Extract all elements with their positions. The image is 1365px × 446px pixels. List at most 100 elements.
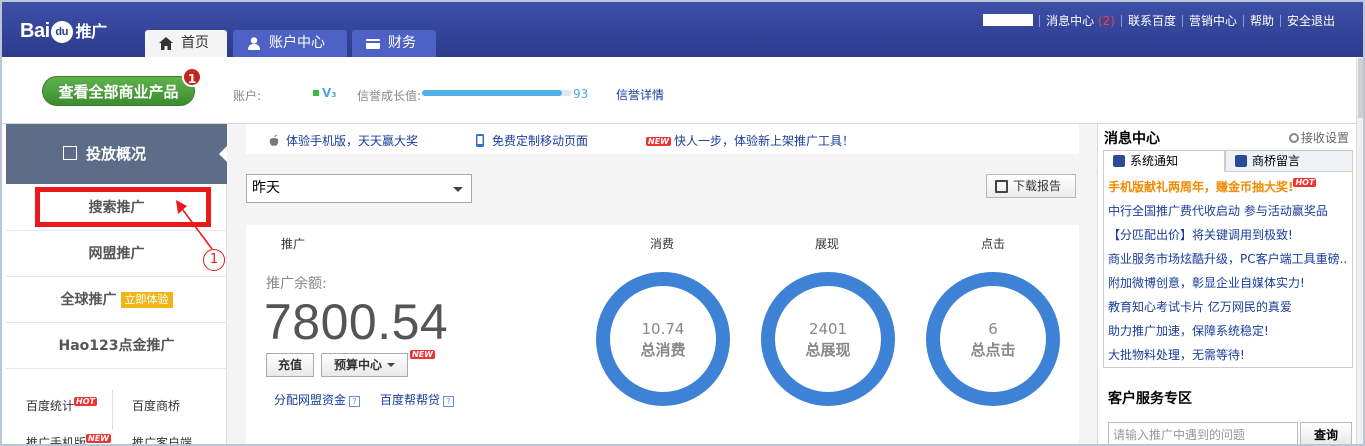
tab-bridge-messages[interactable]: 商桥留言 <box>1225 150 1353 172</box>
help-link[interactable]: 帮助 <box>1242 15 1280 27</box>
logout-link[interactable]: 安全退出 <box>1279 15 1341 27</box>
donut-label: 总消费 <box>640 341 686 359</box>
contact-link[interactable]: 联系百度 <box>1120 15 1182 27</box>
list-item[interactable]: 中行全国推广费代收启动 参与活动赢奖品 <box>1108 202 1348 219</box>
highlight-box <box>35 187 211 227</box>
tab-account-center[interactable]: 账户中心 <box>233 30 347 57</box>
alloc-label: 分配网盟资金 <box>274 393 347 407</box>
save-icon <box>995 180 1008 193</box>
list-item[interactable]: 教育知心考试卡片 亿万网民的真爱 <box>1108 298 1348 315</box>
tab-label: 商桥留言 <box>1252 154 1301 168</box>
donut-value: 6 <box>988 320 998 338</box>
page-scrollbar[interactable] <box>1356 58 1363 444</box>
recharge-button[interactable]: 充值 <box>266 353 314 377</box>
gift-icon <box>1113 155 1125 167</box>
donut-label: 总展现 <box>805 341 851 359</box>
level-dot-icon <box>313 90 319 96</box>
apple-icon <box>269 134 279 146</box>
tab-finance-label: 财务 <box>388 35 416 51</box>
donut-value: 10.74 <box>641 320 685 338</box>
gear-icon <box>1288 133 1299 143</box>
messages-link[interactable]: 消息中心 (2) <box>1039 15 1121 27</box>
col-header-impressions: 展现 <box>815 237 840 251</box>
customer-service-title: 客户服务专区 <box>1108 391 1192 407</box>
tab-system-notice[interactable]: 系统通知 <box>1103 150 1225 172</box>
list-item[interactable]: 大批物料处理，无需等待! <box>1108 346 1348 363</box>
marketing-link[interactable]: 营销中心 <box>1181 15 1243 27</box>
all-products-button[interactable]: 查看全部商业产品 1 <box>42 67 202 106</box>
new-badge: NEW <box>410 350 435 359</box>
download-report-button[interactable]: 下载报告 <box>986 174 1076 198</box>
list-item[interactable]: 商业服务市场炫酷升级，PC客户端工具重磅... <box>1108 250 1348 267</box>
baidu-stats-link[interactable]: 百度统计 HOT <box>26 397 97 414</box>
notice-text: 体验手机版，天天赢大奖 <box>286 134 419 148</box>
new-badge: NEW <box>86 434 111 443</box>
list-item[interactable]: 附加微博创意，彰显企业自媒体实力! <box>1108 274 1348 291</box>
notice-text: 免费定制移动页面 <box>492 134 589 148</box>
date-range-value: 昨天 <box>252 180 280 196</box>
sidebar-divider <box>112 390 113 430</box>
baidu-bridge-link[interactable]: 百度商桥 <box>132 397 180 414</box>
tab-account-center-label: 账户中心 <box>269 35 325 51</box>
phone-icon <box>476 134 484 147</box>
credit-value: 93 <box>573 87 589 101</box>
scrollbar-thumb[interactable] <box>1358 58 1363 118</box>
list-item[interactable]: 手机版献礼两周年，赚金币抽大奖! HOT <box>1108 178 1348 195</box>
message-center-panel: 消息中心 接收设置 系统通知 商桥留言 手机版献礼两周年，赚金币抽大奖! HOT … <box>1097 124 1363 444</box>
new-badge: NEW <box>646 137 671 146</box>
help-icon[interactable]: ? <box>349 396 361 407</box>
balance-label: 推广余额: <box>266 276 327 292</box>
list-item[interactable]: 【分匹配出价】将关键调用到极致! <box>1108 226 1348 243</box>
credit-label: 信誉成长值: <box>357 89 422 103</box>
active-pointer-icon <box>219 146 227 162</box>
col-header-promo: 推广 <box>281 237 306 251</box>
help-icon[interactable]: ? <box>443 396 455 407</box>
allocate-union-funds-link[interactable]: 分配网盟资金? <box>274 391 361 408</box>
col-header-clicks: 点击 <box>981 237 1006 251</box>
tab-finance[interactable]: 财务 <box>352 30 436 57</box>
sidebar-item-hao123[interactable]: Hao123点金推广 <box>6 323 227 369</box>
chevron-down-icon <box>453 187 463 192</box>
card-icon <box>366 39 380 49</box>
donut-cost: 10.74 总消费 <box>593 269 733 409</box>
user-icon <box>248 37 260 50</box>
logo-suffix: 推广 <box>75 24 108 41</box>
notice-bar: 体验手机版，天天赢大奖 免费定制移动页面 NEW 快人一步，体验新上架推广工具！ <box>246 124 1079 154</box>
top-bar: Bai du 推广 首页 账户中心 财务 消息中心 (2) 联系百度 营销中心 帮助 安全退… <box>2 2 1363 57</box>
sidebar-item-union[interactable]: 网盟推广 <box>6 231 227 277</box>
credit-progress-fill <box>422 90 562 96</box>
username-masked <box>977 14 1039 27</box>
donut-clicks: 6 总点击 <box>923 269 1063 409</box>
notice-new-tools[interactable]: NEW 快人一步，体验新上架推广工具！ <box>646 132 854 149</box>
download-report-label: 下载报告 <box>1013 179 1062 193</box>
try-now-badge[interactable]: 立即体验 <box>120 292 173 308</box>
message-count: (2) <box>1097 14 1115 28</box>
notification-badge: 1 <box>182 67 202 87</box>
main-content: 体验手机版，天天赢大奖 免费定制移动页面 NEW 快人一步，体验新上架推广工具！ … <box>227 124 1097 444</box>
mobile-promo-link[interactable]: 推广手机版 NEW <box>26 434 111 444</box>
baidu-loan-link[interactable]: 百度帮帮贷? <box>380 391 455 408</box>
tab-home[interactable]: 首页 <box>145 30 227 57</box>
search-button[interactable]: 查询 <box>1300 422 1352 444</box>
promo-client-link[interactable]: 推广客户端 <box>132 434 192 444</box>
all-products-label: 查看全部商业产品 <box>58 83 179 101</box>
account-label: 账户: <box>233 89 262 103</box>
sidebar-item-label: 网盟推广 <box>88 246 145 262</box>
sidebar-item-global[interactable]: 全球推广 立即体验 <box>6 277 227 323</box>
baidu-logo[interactable]: Bai du 推广 <box>20 18 107 43</box>
list-item[interactable]: 助力推广加速，保障系统稳定! <box>1108 322 1348 339</box>
summary-panel: 推广 消费 展现 点击 推广余额: 7800.54 充值 预算中心 NEW 分配… <box>246 225 1079 444</box>
sidebar-item-overview[interactable]: 投放概况 <box>6 124 227 184</box>
notice-mobile-app[interactable]: 体验手机版，天天赢大奖 <box>268 132 418 149</box>
budget-center-button[interactable]: 预算中心 <box>321 353 408 377</box>
credit-details-link[interactable]: 信誉详情 <box>616 86 664 103</box>
annotation-number: 1 <box>203 249 225 271</box>
help-search-input[interactable]: 请输入推广中遇到的问题 <box>1108 422 1298 444</box>
receive-settings-label: 接收设置 <box>1300 131 1349 145</box>
date-range-select[interactable]: 昨天 <box>246 174 472 203</box>
notice-mobile-page[interactable]: 免费定制移动页面 <box>474 132 588 149</box>
home-icon <box>159 37 173 50</box>
logo-text: Bai <box>20 20 50 42</box>
receive-settings-link[interactable]: 接收设置 <box>1288 129 1349 146</box>
col-header-cost: 消费 <box>650 237 675 251</box>
